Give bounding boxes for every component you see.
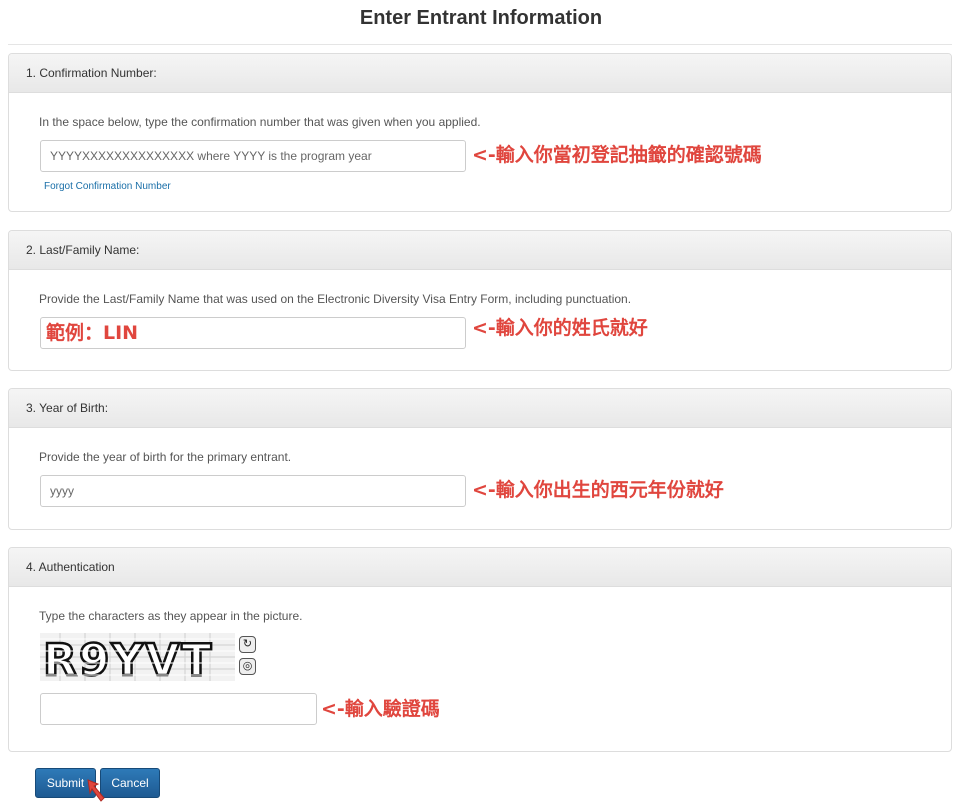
authentication-panel: 4. Authentication Type the characters as… bbox=[8, 547, 952, 752]
page-title: Enter Entrant Information bbox=[359, 7, 603, 29]
pointer-arrow-icon bbox=[87, 779, 105, 802]
confirmation-annotation: <-輸入你當初登記抽籤的確認號碼 bbox=[472, 144, 762, 166]
last-name-heading: 2. Last/Family Name: bbox=[9, 231, 951, 270]
forgot-confirmation-link[interactable]: Forgot Confirmation Number bbox=[44, 181, 171, 192]
audio-icon[interactable]: ◎ bbox=[239, 658, 256, 675]
last-name-input[interactable]: 範例：LIN bbox=[40, 317, 466, 349]
title-divider bbox=[8, 44, 952, 45]
birth-year-heading: 3. Year of Birth: bbox=[9, 389, 951, 428]
confirmation-number-input[interactable] bbox=[40, 140, 466, 172]
authentication-help: Type the characters as they appear in th… bbox=[39, 609, 303, 623]
confirmation-heading: 1. Confirmation Number: bbox=[9, 54, 951, 93]
confirmation-help: In the space below, type the confirmatio… bbox=[39, 115, 481, 129]
confirmation-panel: 1. Confirmation Number: In the space bel… bbox=[8, 53, 952, 212]
birth-year-panel: 3. Year of Birth: Provide the year of bi… bbox=[8, 388, 952, 530]
captcha-image: R9YVT bbox=[40, 633, 235, 681]
last-name-help: Provide the Last/Family Name that was us… bbox=[39, 292, 632, 306]
birth-year-annotation: <-輸入你出生的西元年份就好 bbox=[472, 479, 724, 501]
birth-year-input[interactable] bbox=[40, 475, 466, 507]
authentication-annotation: <-輸入驗證碼 bbox=[321, 698, 440, 720]
refresh-icon[interactable]: ↻ bbox=[239, 636, 256, 653]
authentication-heading: 4. Authentication bbox=[9, 548, 951, 587]
last-name-panel: 2. Last/Family Name: Provide the Last/Fa… bbox=[8, 230, 952, 371]
captcha-input[interactable] bbox=[40, 693, 317, 725]
last-name-example: 範例：LIN bbox=[46, 322, 139, 344]
captcha-text: R9YVT bbox=[43, 635, 213, 681]
last-name-annotation: <-輸入你的姓氏就好 bbox=[472, 317, 648, 339]
birth-year-help: Provide the year of birth for the primar… bbox=[39, 450, 292, 464]
